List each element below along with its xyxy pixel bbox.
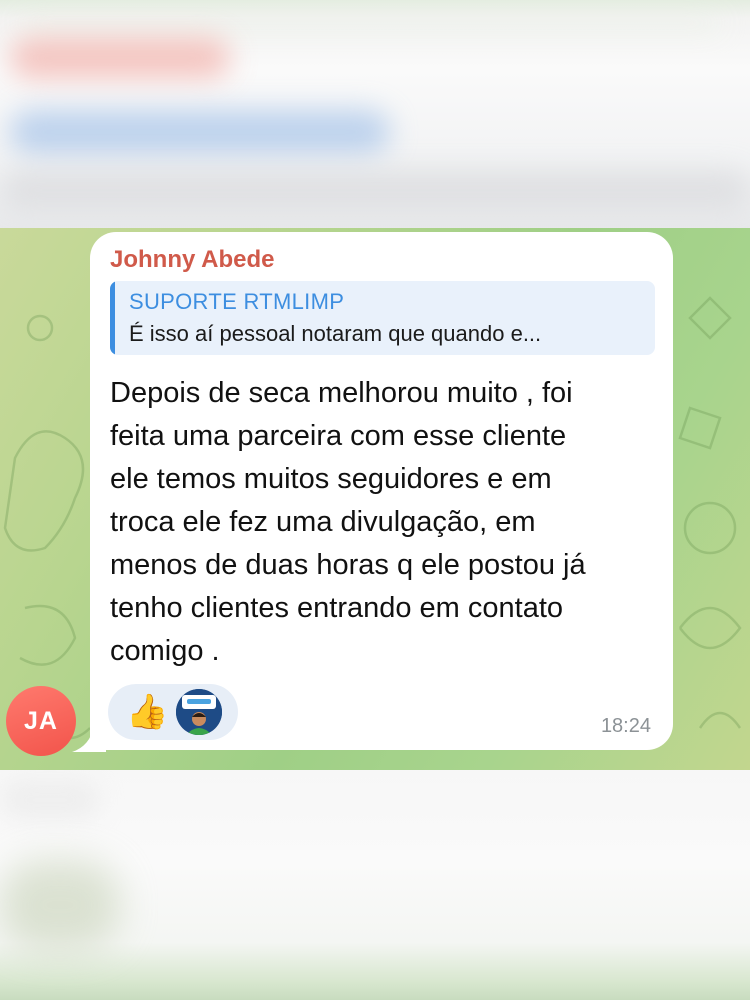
sender-avatar[interactable]: JA: [6, 686, 76, 756]
message-text: Depois de seca melhorou muito , foi feit…: [110, 377, 586, 667]
thumbs-up-icon[interactable]: 👍: [126, 692, 168, 732]
reactor-avatar[interactable]: [176, 689, 222, 735]
message-bubble[interactable]: Johnny Abede SUPORTE RTMLIMP É isso aí p…: [90, 232, 673, 750]
reply-preview: É isso aí pessoal notaram que quando e..…: [129, 321, 542, 346]
blurred-footer: [0, 770, 750, 1000]
sender-name[interactable]: Johnny Abede: [110, 246, 274, 274]
avatar-initials: JA: [24, 706, 58, 735]
reply-quote[interactable]: SUPORTE RTMLIMP É isso aí pessoal notara…: [110, 281, 655, 355]
reply-title: SUPORTE RTMLIMP: [129, 289, 345, 314]
message-time: 18:24: [600, 715, 651, 737]
blurred-header: [0, 0, 750, 228]
reply-accent-bar: [110, 281, 115, 355]
reactions-bar[interactable]: 👍: [108, 684, 238, 740]
